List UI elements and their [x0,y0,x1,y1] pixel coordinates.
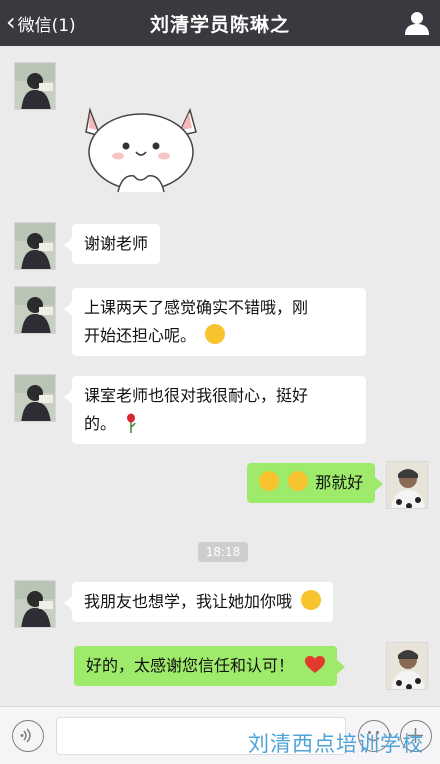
contact-photo-icon [15,375,55,421]
chat-title: 刘清学员陈琳之 [149,13,290,36]
contact-avatar[interactable] [14,222,56,270]
contact-avatar[interactable] [14,580,56,628]
rose-icon [127,413,136,433]
top-bar: ‹ 微信(1) 刘清学员陈琳之 [0,0,440,46]
my-avatar[interactable] [386,642,428,690]
contact-photo-icon [15,581,55,627]
message-text: 谢谢老师 [84,234,149,253]
contact-photo-icon [15,287,55,333]
message-text-line: 课室老师也很对我很耐心，挺好 [84,386,309,405]
message-bubble[interactable]: 课室老师也很对我很耐心，挺好 的。 [64,376,366,444]
message-text-line: 的。 [84,414,117,433]
heart-icon [305,656,326,673]
contact-avatar[interactable] [14,374,56,422]
voice-button[interactable] [12,720,44,752]
message-text-line: 开始还担心呢。 [84,326,197,345]
voice-icon [20,728,31,743]
message-text-line: 上课两天了感觉确实不错哦，刚 [84,298,309,317]
my-avatar[interactable] [386,461,428,509]
message-text: 好的，太感谢您信任和认可！ [86,656,295,675]
message-bubble[interactable]: 那就好 [247,463,384,503]
smile-emoji [259,471,279,491]
watermark-text: 刘清西点培训学校 [248,732,424,756]
chat-area: 谢谢老师 上课两天了感觉确实不错哦，刚 开始还担心呢。 课室老师也很对我很耐心，… [0,46,440,706]
contact-photo-icon [15,223,55,269]
my-photo-icon [387,462,427,508]
message-bubble[interactable]: 好的，太感谢您信任和认可！ [74,646,346,686]
message-bubble[interactable]: 上课两天了感觉确实不错哦，刚 开始还担心呢。 [64,288,366,356]
message-text: 那就好 [315,473,364,492]
contact-photo-icon [15,63,55,109]
my-photo-icon [387,643,427,689]
person-icon[interactable] [404,10,430,36]
timestamp: 18:18 [198,542,248,562]
message-bubble[interactable]: 谢谢老师 [63,224,161,264]
message-bubble[interactable]: 我朋友也想学，我让她加你哦 [63,582,334,622]
white-cat-sticker [85,107,197,193]
smile-emoji [301,590,322,610]
message-text: 我朋友也想学，我让她加你哦 [84,592,293,611]
contact-avatar[interactable] [14,286,56,334]
contact-avatar[interactable] [14,62,56,110]
smile-emoji [288,471,309,491]
tongue-wink-emoji [205,324,226,344]
